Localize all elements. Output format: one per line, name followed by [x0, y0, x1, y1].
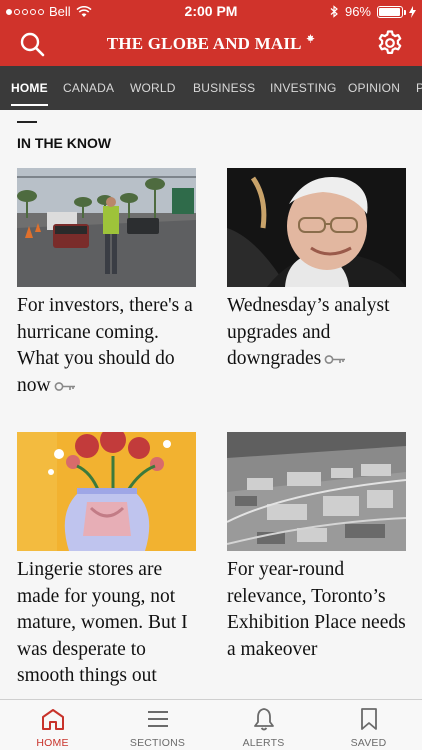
lingerie-illustration — [17, 432, 196, 551]
nav-label: ALERTS — [242, 737, 285, 749]
nav-label: HOME — [36, 737, 69, 749]
section-title: IN THE KNOW — [17, 135, 112, 151]
nav-sections[interactable]: SECTIONS — [105, 700, 210, 750]
bell-icon — [254, 708, 274, 731]
status-bar: Bell 2:00 PM 96% — [0, 0, 422, 22]
nav-label: SECTIONS — [129, 737, 186, 749]
battery-icon — [377, 5, 406, 18]
charging-icon — [409, 5, 416, 18]
article-headline[interactable]: For investors, there's a hurricane comin… — [17, 293, 196, 399]
hurricane-road-photo — [17, 168, 196, 287]
article-card-2[interactable]: Wednesday’s analyst upgrades and downgra… — [227, 168, 406, 373]
article-card-3[interactable]: Lingerie stores are made for young, not … — [17, 432, 196, 690]
key-icon — [324, 355, 346, 364]
tab-home[interactable]: HOME — [11, 66, 48, 110]
tab-world[interactable]: WORLD — [130, 66, 176, 110]
article-card-4[interactable]: For year-round relevance, Toronto’s Exhi… — [227, 432, 406, 663]
bottom-tab-bar: HOME SECTIONS ALERTS SAVED — [0, 699, 422, 750]
home-icon — [42, 709, 64, 730]
nav-label: SAVED — [350, 737, 387, 749]
tab-partial[interactable]: P — [416, 66, 422, 110]
settings-gear-icon[interactable] — [376, 29, 404, 57]
article-headline[interactable]: Wednesday’s analyst upgrades and downgra… — [227, 293, 406, 373]
tab-investing[interactable]: INVESTING — [270, 66, 336, 110]
aerial-photo — [227, 432, 406, 551]
tab-canada[interactable]: CANADA — [63, 66, 114, 110]
nav-saved[interactable]: SAVED — [316, 700, 421, 750]
section-rule — [17, 121, 37, 123]
article-headline[interactable]: For year-round relevance, Toronto’s Exhi… — [227, 557, 406, 663]
battery-percent: 96% — [344, 4, 371, 19]
nav-alerts[interactable]: ALERTS — [211, 700, 316, 750]
tab-opinion[interactable]: OPINION — [348, 66, 400, 110]
bookmark-icon — [361, 708, 377, 730]
maple-leaf-icon — [306, 34, 315, 43]
bluetooth-icon — [330, 5, 338, 18]
section-tabs: HOME CANADA WORLD BUSINESS INVESTING OPI… — [0, 66, 422, 110]
nav-home[interactable]: HOME — [0, 700, 105, 750]
menu-icon — [148, 711, 168, 727]
app-header: Bell 2:00 PM 96% THE GLOBE AND MAIL — [0, 0, 422, 66]
article-card-1[interactable]: For investors, there's a hurricane comin… — [17, 168, 196, 399]
key-icon — [54, 381, 75, 391]
brand-logo: THE GLOBE AND MAIL — [0, 34, 422, 54]
article-headline[interactable]: Lingerie stores are made for young, not … — [17, 557, 196, 690]
tab-business[interactable]: BUSINESS — [193, 66, 255, 110]
portrait-photo — [227, 168, 406, 287]
